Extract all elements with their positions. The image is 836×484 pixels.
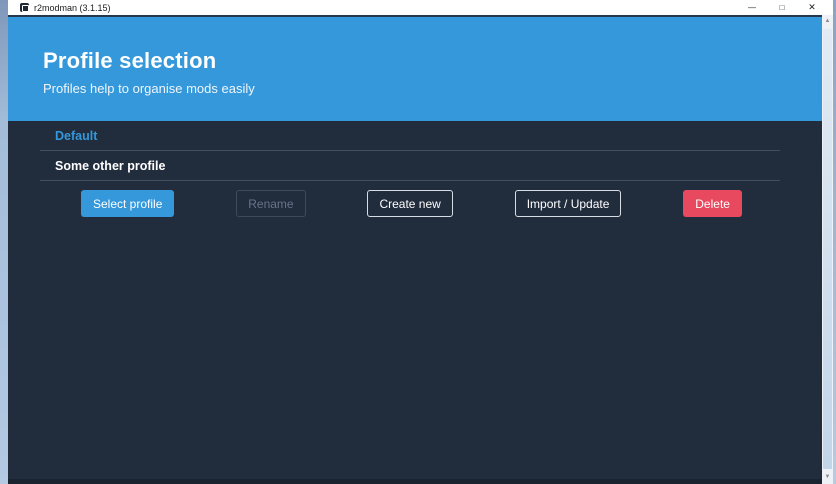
select-profile-button[interactable]: Select profile bbox=[81, 190, 175, 217]
main-content: Default Some other profile Select profil… bbox=[8, 121, 822, 484]
maximize-icon[interactable]: □ bbox=[767, 0, 797, 15]
import-update-button[interactable]: Import / Update bbox=[514, 190, 622, 217]
scroll-up-icon[interactable]: ▲ bbox=[822, 16, 833, 27]
profile-actions: Select profile Rename Create new Import … bbox=[81, 190, 742, 217]
minimize-icon[interactable]: — bbox=[737, 0, 767, 15]
window-title: r2modman (3.1.15) bbox=[34, 2, 111, 13]
window-controls: — □ ✕ bbox=[737, 0, 833, 15]
profile-name: Some other profile bbox=[55, 159, 166, 173]
app-window: r2modman (3.1.15) — □ ✕ Profile selectio… bbox=[0, 0, 836, 484]
rename-button[interactable]: Rename bbox=[236, 190, 306, 217]
profile-item-default[interactable]: Default bbox=[8, 121, 822, 151]
app-icon bbox=[20, 3, 29, 12]
page-title: Profile selection bbox=[43, 48, 217, 73]
profile-selection-header: Profile selection Profiles help to organ… bbox=[8, 15, 822, 121]
row-divider bbox=[40, 180, 780, 181]
scrollbar-thumb[interactable] bbox=[823, 29, 832, 469]
window-left-border bbox=[0, 0, 8, 484]
close-icon[interactable]: ✕ bbox=[797, 0, 827, 15]
titlebar: r2modman (3.1.15) — □ ✕ bbox=[8, 0, 833, 15]
create-new-button[interactable]: Create new bbox=[367, 190, 453, 217]
scroll-down-icon[interactable]: ▼ bbox=[822, 472, 833, 483]
profile-item-some-other-profile[interactable]: Some other profile bbox=[8, 151, 822, 181]
vertical-scrollbar[interactable]: ▲ ▼ bbox=[822, 15, 833, 484]
window-bottom-border bbox=[8, 479, 822, 484]
delete-button[interactable]: Delete bbox=[683, 190, 742, 217]
page-subtitle: Profiles help to organise mods easily bbox=[43, 81, 255, 96]
profile-name: Default bbox=[55, 129, 98, 143]
